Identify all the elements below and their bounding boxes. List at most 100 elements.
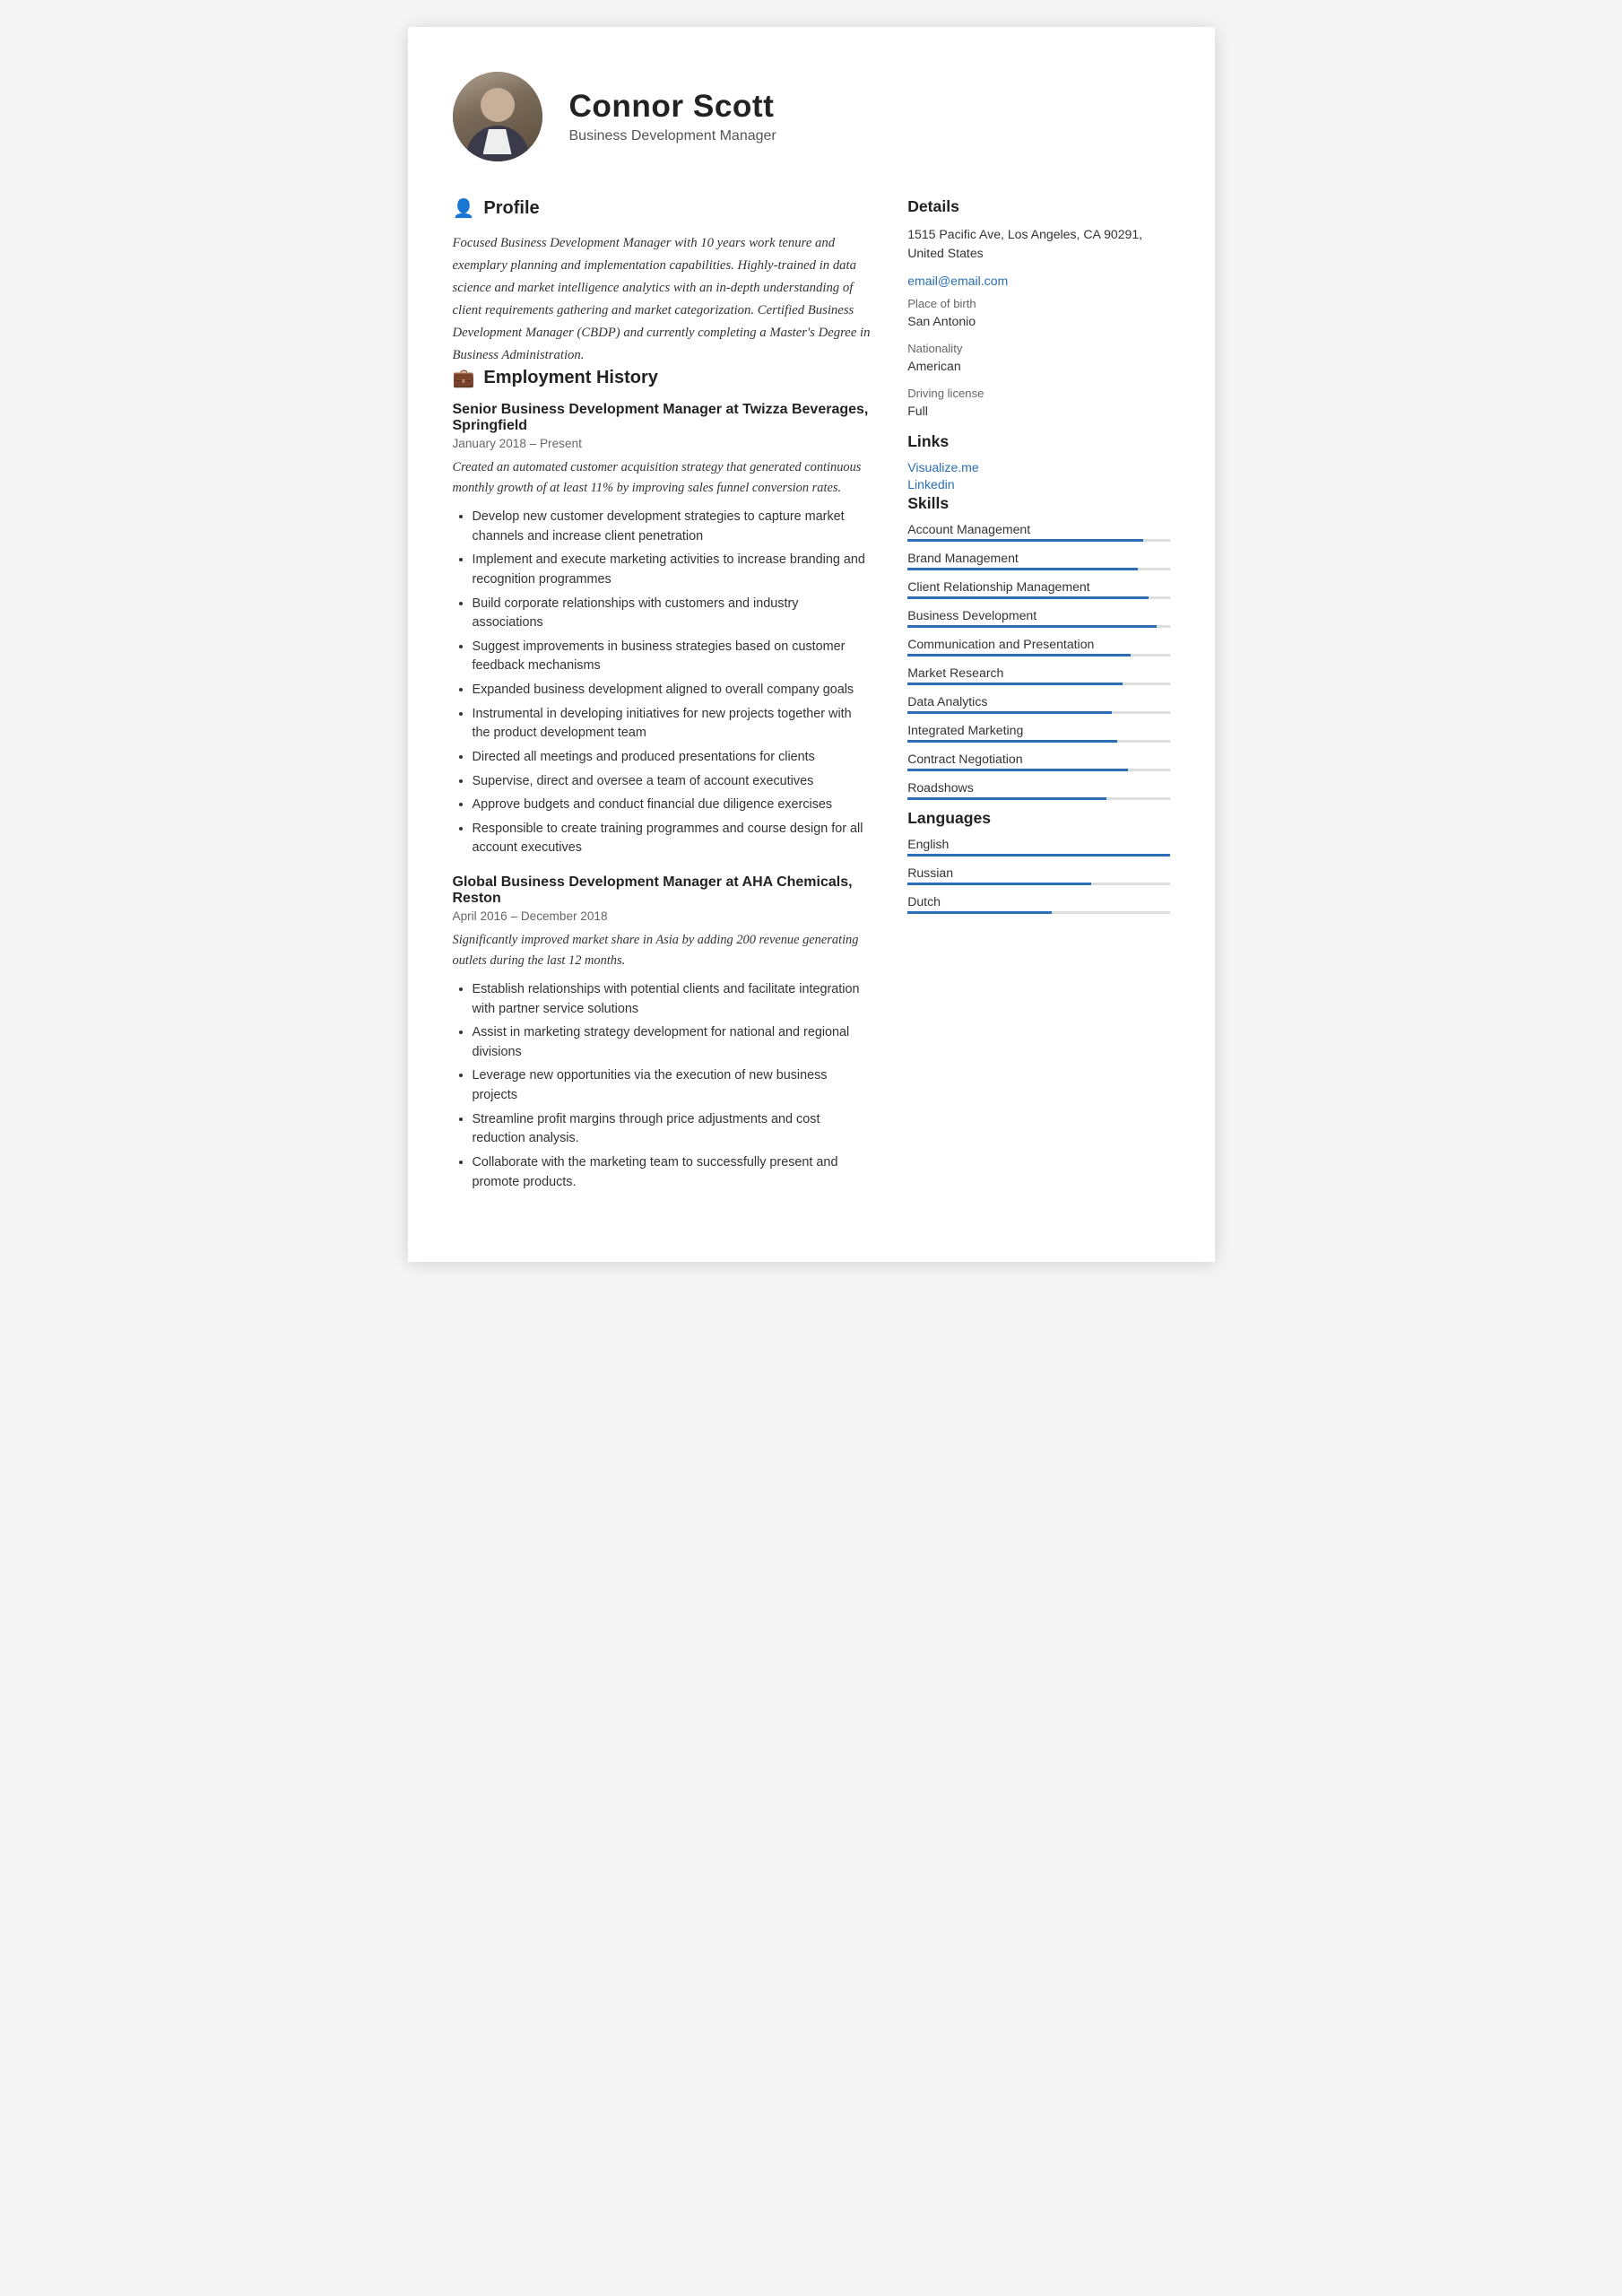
skill-name: Data Analytics [907, 694, 1169, 709]
skill-name: Market Research [907, 665, 1169, 680]
skill-item: Market Research [907, 665, 1169, 685]
language-bar-bg [907, 854, 1169, 857]
job-1-title: Senior Business Development Manager at T… [453, 402, 872, 434]
profile-section: 👤 Profile Focused Business Development M… [453, 197, 872, 367]
details-address: 1515 Pacific Ave, Los Angeles, CA 90291,… [907, 225, 1169, 263]
language-bar-fill [907, 911, 1052, 914]
bullet-item: Leverage new opportunities via the execu… [473, 1066, 872, 1105]
skill-name: Contract Negotiation [907, 752, 1169, 766]
main-content: 👤 Profile Focused Business Development M… [453, 197, 1170, 1208]
details-license-label: Driving license [907, 387, 1169, 400]
skill-bar-bg [907, 711, 1169, 714]
bullet-item: Instrumental in developing initiatives f… [473, 705, 872, 744]
skill-item: Brand Management [907, 551, 1169, 570]
job-1-summary: Created an automated customer acquisitio… [453, 457, 872, 499]
skill-bar-bg [907, 769, 1169, 771]
language-bar-bg [907, 911, 1169, 914]
job-2-title: Global Business Development Manager at A… [453, 874, 872, 907]
job-2-bullets: Establish relationships with potential c… [453, 980, 872, 1192]
skill-name: Business Development [907, 608, 1169, 622]
bullet-item: Suggest improvements in business strateg… [473, 638, 872, 676]
skill-bar-fill [907, 769, 1128, 771]
skill-bar-fill [907, 654, 1130, 657]
links-section: Links Visualize.me Linkedin [907, 432, 1169, 491]
avatar [453, 72, 542, 161]
candidate-name: Connor Scott [569, 89, 776, 125]
skill-bar-bg [907, 596, 1169, 599]
skill-name: Integrated Marketing [907, 723, 1169, 737]
details-nationality-label: Nationality [907, 342, 1169, 355]
bullet-item: Supervise, direct and oversee a team of … [473, 772, 872, 792]
skill-item: Contract Negotiation [907, 752, 1169, 771]
skill-bar-fill [907, 797, 1106, 800]
language-name: Russian [907, 865, 1169, 880]
skill-name: Communication and Presentation [907, 637, 1169, 651]
skill-item: Data Analytics [907, 694, 1169, 714]
left-column: 👤 Profile Focused Business Development M… [453, 197, 872, 1208]
skill-item: Communication and Presentation [907, 637, 1169, 657]
details-license: Full [907, 402, 1169, 421]
languages-list: English Russian Dutch [907, 837, 1169, 914]
employment-section-title: 💼 Employment History [453, 367, 872, 389]
job-2: Global Business Development Manager at A… [453, 874, 872, 1192]
bullet-item: Collaborate with the marketing team to s… [473, 1153, 872, 1192]
skill-item: Integrated Marketing [907, 723, 1169, 743]
skill-item: Account Management [907, 522, 1169, 542]
employment-icon: 💼 [453, 367, 475, 389]
skills-section: Skills Account Management Brand Manageme… [907, 494, 1169, 800]
details-section-title: Details [907, 197, 1169, 216]
skill-bar-bg [907, 654, 1169, 657]
job-2-dates: April 2016 – December 2018 [453, 909, 872, 923]
skill-bar-bg [907, 568, 1169, 570]
bullet-item: Develop new customer development strateg… [473, 508, 872, 546]
language-name: Dutch [907, 894, 1169, 909]
skill-bar-fill [907, 625, 1157, 628]
bullet-item: Streamline profit margins through price … [473, 1110, 872, 1149]
bullet-item: Directed all meetings and produced prese… [473, 748, 872, 768]
skill-bar-fill [907, 740, 1117, 743]
bullet-item: Expanded business development aligned to… [473, 681, 872, 700]
details-nationality: American [907, 357, 1169, 376]
language-bar-fill [907, 883, 1091, 885]
profile-section-title: 👤 Profile [453, 197, 872, 220]
language-name: English [907, 837, 1169, 851]
job-1-dates: January 2018 – Present [453, 437, 872, 450]
details-section: Details 1515 Pacific Ave, Los Angeles, C… [907, 197, 1169, 422]
details-pob: San Antonio [907, 312, 1169, 331]
language-item: Dutch [907, 894, 1169, 914]
skill-item: Roadshows [907, 780, 1169, 800]
languages-section-title: Languages [907, 809, 1169, 828]
skill-bar-fill [907, 683, 1123, 685]
bullet-item: Build corporate relationships with custo… [473, 595, 872, 633]
language-bar-fill [907, 854, 1169, 857]
profile-icon: 👤 [453, 197, 475, 220]
skill-name: Account Management [907, 522, 1169, 536]
bullet-item: Implement and execute marketing activiti… [473, 551, 872, 589]
details-email[interactable]: email@email.com [907, 274, 1169, 288]
bullet-item: Assist in marketing strategy development… [473, 1023, 872, 1062]
skills-list: Account Management Brand Management Clie… [907, 522, 1169, 800]
skill-bar-fill [907, 596, 1149, 599]
job-2-summary: Significantly improved market share in A… [453, 930, 872, 971]
job-1-bullets: Develop new customer development strateg… [453, 508, 872, 858]
skill-bar-bg [907, 683, 1169, 685]
language-bar-bg [907, 883, 1169, 885]
language-item: Russian [907, 865, 1169, 885]
links-section-title: Links [907, 432, 1169, 451]
employment-section: 💼 Employment History Senior Business Dev… [453, 367, 872, 1192]
right-column: Details 1515 Pacific Ave, Los Angeles, C… [907, 197, 1169, 1208]
link-visualize[interactable]: Visualize.me [907, 460, 1169, 474]
candidate-title: Business Development Manager [569, 128, 776, 144]
link-linkedin[interactable]: Linkedin [907, 477, 1169, 491]
bullet-item: Responsible to create training programme… [473, 820, 872, 858]
skills-section-title: Skills [907, 494, 1169, 513]
bullet-item: Establish relationships with potential c… [473, 980, 872, 1019]
resume-header: Connor Scott Business Development Manage… [453, 72, 1170, 161]
skill-bar-fill [907, 711, 1112, 714]
skill-item: Client Relationship Management [907, 579, 1169, 599]
details-pob-label: Place of birth [907, 297, 1169, 310]
skill-bar-bg [907, 797, 1169, 800]
skill-name: Brand Management [907, 551, 1169, 565]
skill-bar-fill [907, 539, 1143, 542]
header-info: Connor Scott Business Development Manage… [569, 89, 776, 144]
